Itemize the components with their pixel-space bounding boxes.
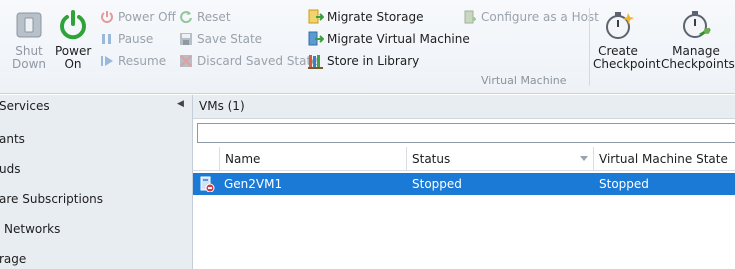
pause-button[interactable]: Pause (99, 30, 153, 48)
shut-down-button[interactable]: Shut Down (6, 8, 52, 71)
nav-item-clouds[interactable]: uds (0, 162, 20, 176)
column-header-status[interactable]: Status (406, 147, 593, 171)
resume-icon (99, 53, 115, 69)
save-state-button[interactable]: Save State (178, 30, 262, 48)
table-row[interactable]: Gen2VM1 Stopped Stopped (193, 173, 735, 195)
nav-header: Services ◀ (0, 95, 193, 119)
reset-button[interactable]: Reset (178, 8, 231, 26)
grid-header: Name Status Virtual Machine State (193, 147, 735, 171)
navigation-pane: Services ◀ ants uds are Subscriptions Ne… (0, 95, 193, 269)
row-name: Gen2VM1 (224, 177, 283, 191)
power-off-label: Power Off (118, 10, 176, 24)
store-in-library-label: Store in Library (327, 54, 420, 68)
migrate-storage-icon (308, 9, 324, 25)
create-checkpoint-label: Create Checkpoint (593, 44, 661, 71)
icon-column-header[interactable] (193, 147, 219, 171)
store-in-library-icon (308, 53, 324, 69)
discard-saved-state-button[interactable]: Discard Saved State (178, 52, 319, 70)
power-on-button[interactable]: Power On (52, 8, 94, 71)
column-header-vm-state[interactable]: Virtual Machine State (593, 147, 735, 171)
column-header-name[interactable]: Name (219, 147, 406, 171)
search-input[interactable] (197, 123, 735, 143)
store-in-library-button[interactable]: Store in Library (308, 52, 419, 70)
power-off-icon (99, 9, 115, 25)
vms-count-title: VMs (1) (199, 99, 245, 113)
migrate-vm-label: Migrate Virtual Machine (327, 32, 470, 46)
migrate-vm-icon (308, 31, 324, 47)
migrate-storage-label: Migrate Storage (327, 10, 424, 24)
discard-saved-state-icon (178, 53, 194, 69)
resume-label: Resume (118, 54, 167, 68)
pause-label: Pause (118, 32, 154, 46)
nav-item-tenants[interactable]: ants (0, 132, 25, 146)
configure-as-host-label: Configure as a Host (481, 10, 599, 24)
nav-title: Services (0, 99, 50, 113)
ribbon-separator (589, 8, 590, 86)
save-state-label: Save State (197, 32, 263, 46)
vms-panel: VMs (1) Name Status Virtual Machine Stat… (193, 95, 735, 269)
reset-label: Reset (197, 10, 231, 24)
manage-checkpoints-icon (679, 8, 713, 42)
row-vm-state: Stopped (599, 177, 649, 191)
create-checkpoint-button[interactable]: Create Checkpoint (593, 8, 661, 71)
sort-dropdown-icon[interactable] (580, 156, 588, 161)
power-on-icon (56, 8, 90, 42)
migrate-storage-button[interactable]: Migrate Storage (308, 8, 423, 26)
pause-icon (99, 31, 115, 47)
configure-as-host-button[interactable]: Configure as a Host (462, 8, 599, 26)
nav-item-subscriptions[interactable]: are Subscriptions (0, 192, 103, 206)
resume-button[interactable]: Resume (99, 52, 166, 70)
manage-checkpoints-label: Manage Checkpoints (661, 44, 735, 71)
power-on-label: Power On (55, 44, 92, 71)
row-status: Stopped (412, 177, 462, 191)
migrate-vm-button[interactable]: Migrate Virtual Machine (308, 30, 470, 48)
shutdown-icon (12, 8, 46, 42)
nav-item-storage[interactable]: rage (0, 252, 26, 266)
discard-saved-state-label: Discard Saved State (197, 54, 319, 68)
nav-item-networks[interactable]: Networks (4, 222, 60, 236)
configure-host-icon (462, 9, 478, 25)
collapse-pane-icon[interactable]: ◀ (177, 99, 184, 109)
create-checkpoint-icon (601, 8, 635, 42)
shut-down-label: Shut Down (11, 44, 46, 71)
save-state-icon (178, 31, 194, 47)
ribbon: Shut Down Power On Power Off Pause Resum… (0, 0, 735, 94)
vms-header: VMs (1) (193, 95, 735, 119)
reset-icon (178, 9, 194, 25)
vm-stopped-icon (199, 176, 215, 193)
group-label-virtual-machine: Virtual Machine (481, 74, 567, 87)
power-off-button[interactable]: Power Off (99, 8, 176, 26)
manage-checkpoints-button[interactable]: Manage Checkpoints (661, 8, 735, 71)
